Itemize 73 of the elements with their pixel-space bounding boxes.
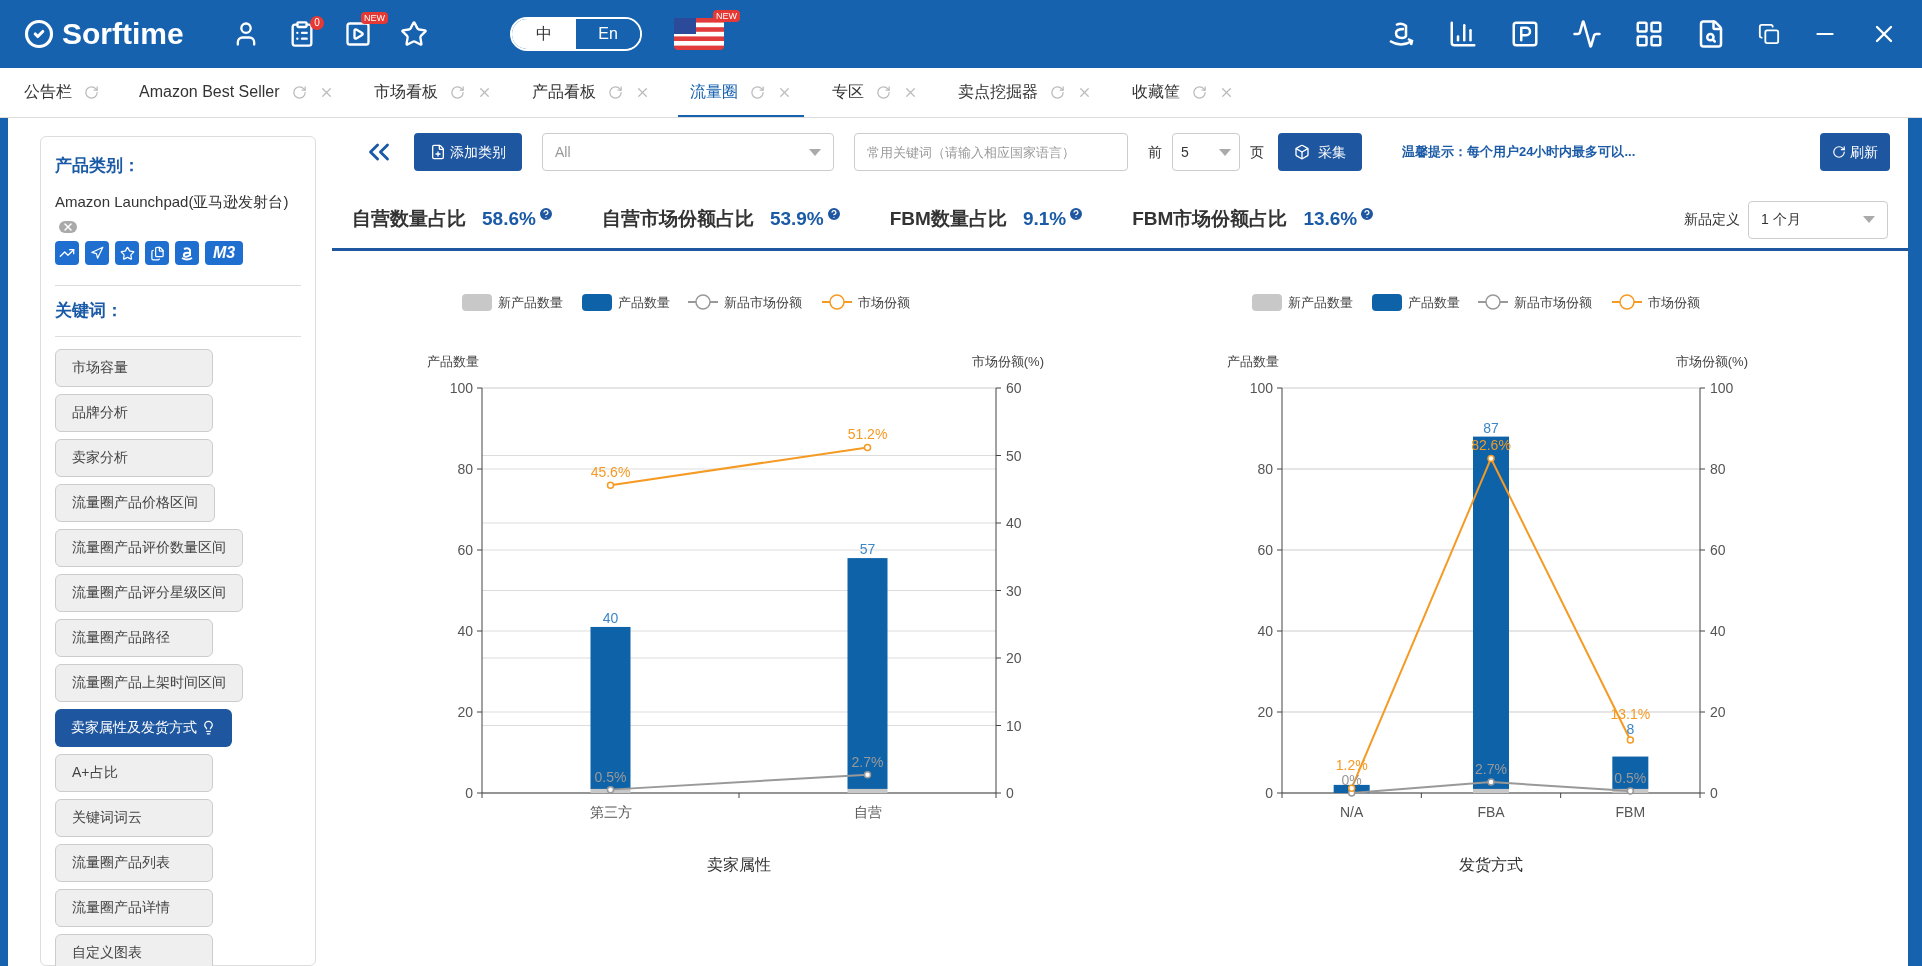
y-tick-label: 80 [457, 461, 473, 477]
y2-tick-label: 30 [1006, 582, 1022, 599]
data-label: 2.7% [851, 753, 884, 770]
stat-value: 9.1% [1022, 207, 1067, 232]
new-definition-label: 新品定义 [1684, 210, 1740, 229]
y2-tick-label: 100 [1710, 380, 1734, 396]
stat-label: 自营市场份额占比 [601, 207, 754, 232]
y2-tick-label: 40 [1710, 623, 1726, 639]
legend-label: 市场份额 [1648, 295, 1700, 310]
y-tick-label: 80 [1257, 461, 1273, 477]
x-axis-title: 卖家属性 [707, 856, 771, 873]
stat-label: FBM市场份额占比 [1132, 207, 1288, 232]
y-tick-label: 0 [465, 785, 473, 801]
new-badge: NEW [361, 12, 388, 24]
data-label: 57 [859, 541, 876, 558]
legend-label: 新品市场份额 [1514, 295, 1592, 310]
y-tick-label: 20 [1257, 704, 1273, 720]
y2-tick-label: 80 [1710, 461, 1726, 477]
data-label: 0.5% [1614, 769, 1647, 786]
y-tick-label: 100 [449, 380, 473, 396]
data-label: 2.7% [1475, 761, 1507, 778]
y-axis-title: 产品数量 [1227, 354, 1279, 369]
data-label: 51.2% [847, 426, 888, 443]
notification-badge: 0 [310, 16, 324, 30]
y2-axis-title: 市场份额(%) [1675, 354, 1748, 369]
y-tick-label: 60 [457, 542, 473, 558]
logo-text: Sorftime [62, 19, 184, 49]
category-heading: 产品类别： [55, 155, 141, 177]
stat-label: 自营数量占比 [352, 207, 466, 232]
x-tick-label: 第三方 [589, 804, 632, 820]
x-axis-title: 发货方式 [1459, 856, 1523, 873]
legend-label: 新产品数量 [498, 295, 563, 310]
stat-value: 13.6% [1303, 207, 1358, 232]
legend-label: 新品市场份额 [724, 295, 802, 310]
stat-label: FBM数量占比 [889, 207, 1007, 232]
x-tick-label: 自营 [853, 804, 882, 820]
data-label: 45.6% [590, 464, 631, 481]
y2-tick-label: 10 [1006, 717, 1022, 734]
data-label: 0.5% [594, 768, 627, 785]
keyword-heading: 关键词： [55, 300, 124, 322]
y-tick-label: 40 [457, 623, 473, 639]
y2-tick-label: 40 [1006, 515, 1022, 531]
y2-tick-label: 0 [1006, 785, 1014, 801]
legend-label: 产品数量 [618, 295, 670, 310]
legend-label: 产品数量 [1408, 295, 1460, 310]
legend-label: 新产品数量 [1288, 295, 1353, 310]
hint-text: 温馨提示：每个用户24小时内最多可以... [1402, 143, 1636, 162]
x-tick-label: FBM [1615, 804, 1646, 820]
y2-tick-label: 0 [1710, 785, 1718, 801]
y-tick-label: 0 [1265, 785, 1273, 801]
y2-tick-label: 20 [1006, 650, 1022, 666]
y2-tick-label: 60 [1710, 542, 1726, 558]
data-label: 87 [1483, 419, 1499, 436]
stat-value: 53.9% [769, 207, 824, 232]
pages-prefix: 前 [1148, 142, 1162, 162]
y-axis-title: 产品数量 [427, 354, 479, 369]
x-tick-label: N/A [1340, 804, 1364, 820]
x-tick-label: FBA [1477, 804, 1505, 820]
stat-value: 58.6% [482, 207, 536, 232]
y-tick-label: 20 [457, 704, 473, 720]
data-label: 8 [1626, 720, 1635, 737]
pages-suffix: 页 [1250, 142, 1264, 162]
category-name: Amazon Launchpad(亚马逊发射台) [55, 191, 290, 212]
data-label: 40 [602, 609, 619, 626]
y2-axis-title: 市场份额(%) [971, 354, 1044, 369]
legend-label: 市场份额 [858, 295, 910, 310]
new-badge: NEW [713, 10, 740, 22]
y2-tick-label: 20 [1710, 704, 1726, 720]
y-tick-label: 60 [1257, 542, 1273, 558]
y-tick-label: 40 [1257, 623, 1273, 639]
y2-tick-label: 60 [1006, 380, 1022, 396]
y-tick-label: 100 [1249, 380, 1273, 396]
y2-tick-label: 50 [1006, 447, 1022, 464]
